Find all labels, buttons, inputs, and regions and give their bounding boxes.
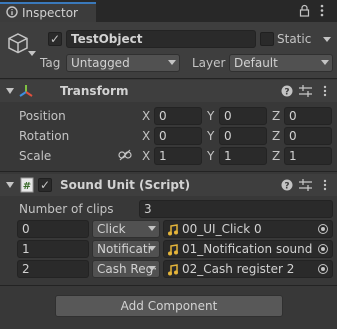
clip-name-dropdown[interactable]: Notificati· (92, 240, 160, 258)
audio-clip-field[interactable]: 01_Notification sound 1· (163, 240, 333, 258)
audio-clip-field[interactable]: 02_Cash register 2 (163, 260, 333, 278)
inspector-tab-icon (6, 6, 18, 18)
position-z-field[interactable]: 0 (284, 107, 332, 125)
divider (0, 171, 337, 172)
object-picker-icon[interactable] (318, 244, 328, 254)
chevron-down-icon (321, 60, 329, 65)
script-icon: # (20, 177, 34, 193)
check-icon: ✓ (39, 178, 51, 192)
axis-x-label[interactable]: X (142, 109, 150, 123)
chevron-down-icon (148, 246, 156, 251)
clip-index-field[interactable]: 2 (17, 260, 89, 278)
axis-y-label[interactable]: Y (207, 129, 214, 143)
scale-label: Scale (19, 149, 52, 163)
static-label: Static (277, 32, 312, 46)
tag-dropdown[interactable]: Untagged (66, 54, 180, 72)
chevron-down-icon (168, 60, 176, 65)
menu-icon[interactable] (320, 4, 324, 17)
tab-inspector[interactable]: Inspector (0, 2, 96, 22)
object-picker-icon[interactable] (318, 264, 328, 274)
rotation-x-field[interactable]: 0 (154, 127, 202, 145)
scale-z-field[interactable]: 1 (284, 147, 332, 165)
axis-z-label[interactable]: Z (272, 129, 280, 143)
tag-label: Tag (40, 56, 61, 70)
audio-clip-icon (168, 264, 178, 276)
sound-unit-foldout-icon[interactable] (6, 182, 14, 188)
num-clips-field[interactable]: 3 (139, 200, 333, 218)
transform-foldout-icon[interactable] (6, 88, 14, 94)
svg-text:#: # (23, 181, 31, 192)
cube-icon (8, 33, 28, 54)
tab-label: Inspector (22, 6, 78, 20)
sound-unit-title: Sound Unit (Script) (60, 178, 191, 192)
kebab-icon[interactable] (323, 179, 327, 191)
chevron-down-icon (148, 266, 156, 271)
num-clips-label: Number of clips (19, 202, 114, 216)
rotation-y-field[interactable]: 0 (219, 127, 267, 145)
static-dropdown-arrow[interactable] (323, 37, 331, 42)
layer-label: Layer (192, 56, 226, 70)
sound-unit-enabled-checkbox[interactable]: ✓ (38, 178, 52, 192)
help-icon[interactable]: ? (281, 85, 293, 97)
layer-dropdown[interactable]: Default (229, 54, 333, 72)
object-picker-dot (321, 267, 325, 271)
rotation-label: Rotation (19, 129, 70, 143)
add-component-button[interactable]: Add Component (55, 295, 283, 317)
axis-z-label[interactable]: Z (272, 149, 280, 163)
audio-clip-field[interactable]: 00_UI_Click 0 (163, 220, 333, 238)
scale-x-field[interactable]: 1 (154, 147, 202, 165)
check-icon: ✓ (49, 32, 61, 46)
transform-icon (19, 85, 33, 97)
svg-text:?: ? (284, 182, 289, 192)
axis-y-label[interactable]: Y (207, 109, 214, 123)
object-picker-icon[interactable] (318, 224, 328, 234)
clip-name-value: Click (97, 222, 126, 236)
object-name-field[interactable]: TestObject (66, 30, 256, 48)
icon-dropdown-arrow[interactable] (28, 51, 36, 56)
preset-icon[interactable] (299, 85, 312, 97)
rotation-z-field[interactable]: 0 (284, 127, 332, 145)
position-label: Position (19, 109, 66, 123)
axis-z-label[interactable]: Z (272, 109, 280, 123)
audio-clip-name: 02_Cash register 2 (182, 262, 295, 276)
object-picker-dot (321, 247, 325, 251)
transform-title: Transform (60, 84, 129, 98)
audio-clip-icon (168, 244, 178, 256)
clip-name-dropdown[interactable]: Cash Reg· (92, 260, 160, 278)
layer-value: Default (234, 56, 278, 70)
clip-index-field[interactable]: 0 (17, 220, 89, 238)
help-icon[interactable]: ? (281, 179, 293, 191)
position-y-field[interactable]: 0 (219, 107, 267, 125)
active-checkbox[interactable]: ✓ (48, 32, 62, 46)
scale-y-field[interactable]: 1 (219, 147, 267, 165)
preset-icon[interactable] (299, 179, 312, 191)
audio-clip-name: 00_UI_Click 0 (182, 222, 262, 236)
object-picker-dot (321, 227, 325, 231)
divider (0, 285, 337, 286)
audio-clip-name: 01_Notification sound 1· (182, 242, 316, 256)
axis-x-label[interactable]: X (142, 129, 150, 143)
svg-text:?: ? (284, 88, 289, 98)
clip-name-value: Notificati· (97, 242, 155, 256)
axis-y-label[interactable]: Y (207, 149, 214, 163)
constrain-link-icon[interactable] (118, 149, 132, 161)
audio-clip-icon (168, 224, 178, 236)
chevron-down-icon (148, 226, 156, 231)
divider (0, 78, 337, 79)
clip-index-field[interactable]: 1 (17, 240, 89, 258)
lock-icon[interactable] (299, 4, 310, 17)
position-x-field[interactable]: 0 (154, 107, 202, 125)
kebab-icon[interactable] (323, 85, 327, 97)
clip-name-dropdown[interactable]: Click (92, 220, 160, 238)
tag-value: Untagged (71, 56, 130, 70)
static-checkbox[interactable] (260, 32, 274, 46)
axis-x-label[interactable]: X (142, 149, 150, 163)
